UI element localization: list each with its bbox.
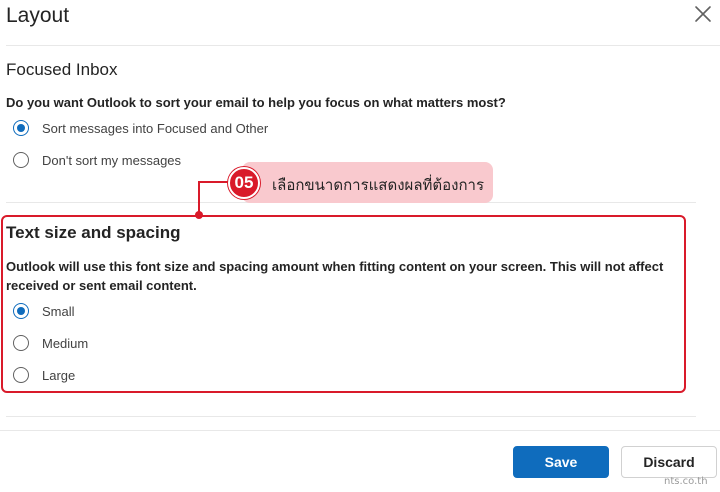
save-button[interactable]: Save [513, 446, 609, 478]
radio-button-unchecked[interactable] [13, 367, 29, 383]
watermark: nts.co.th [664, 476, 708, 487]
focused-inbox-question: Do you want Outlook to sort your email t… [6, 95, 506, 110]
text-size-description: Outlook will use this font size and spac… [6, 259, 664, 293]
radio-large[interactable]: Large [13, 367, 75, 383]
header-divider [6, 45, 720, 46]
footer-divider [0, 430, 720, 431]
callout-text: เลือกขนาดการแสดงผลที่ต้องการ [272, 177, 485, 194]
radio-label: Don't sort my messages [42, 152, 182, 168]
radio-label: Sort messages into Focused and Other [42, 120, 269, 136]
radio-sort-focused-other[interactable]: Sort messages into Focused and Other [13, 120, 268, 136]
radio-small[interactable]: Small [13, 303, 75, 319]
section-divider [6, 416, 696, 417]
radio-button-unchecked[interactable] [13, 335, 29, 351]
radio-label: Large [42, 367, 76, 383]
radio-dont-sort[interactable]: Don't sort my messages [13, 152, 181, 168]
radio-medium[interactable]: Medium [13, 335, 88, 351]
radio-button-checked[interactable] [13, 303, 29, 319]
radio-button-checked[interactable] [13, 120, 29, 136]
text-size-heading: Text size and spacing [6, 223, 181, 242]
callout-connector [198, 181, 228, 183]
dialog-title: Layout [6, 4, 70, 27]
step-number-badge: 05 [228, 167, 260, 199]
radio-label: Small [42, 303, 75, 319]
focused-inbox-heading: Focused Inbox [6, 60, 118, 79]
radio-button-unchecked[interactable] [13, 152, 29, 168]
callout-connector [198, 181, 200, 215]
close-icon[interactable] [691, 3, 715, 27]
radio-label: Medium [42, 335, 89, 351]
discard-button[interactable]: Discard [621, 446, 717, 478]
